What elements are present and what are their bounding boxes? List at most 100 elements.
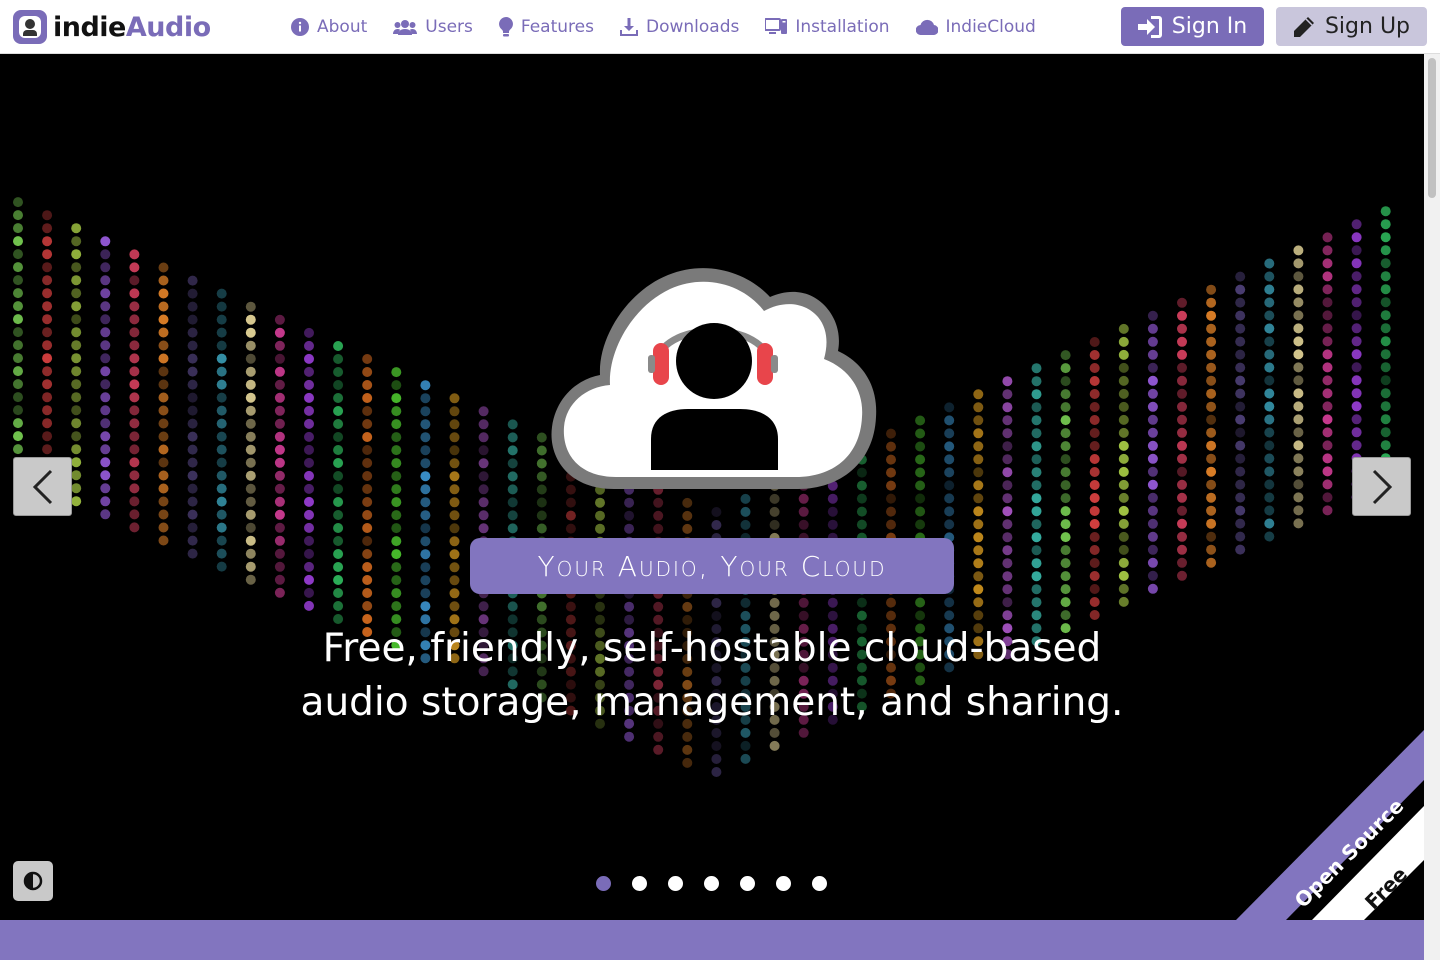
carousel-dot[interactable] <box>596 876 611 891</box>
visualizer-dot <box>566 498 576 508</box>
visualizer-dot <box>217 380 227 390</box>
visualizer-dot <box>450 523 460 533</box>
visualizer-dot <box>13 236 23 246</box>
visualizer-dot <box>129 249 139 259</box>
visualizer-dot <box>275 380 285 390</box>
visualizer-dot <box>915 598 925 608</box>
visualizer-dot <box>275 497 285 507</box>
visualizer-dot <box>100 418 110 428</box>
visualizer-dot <box>537 524 547 534</box>
visualizer-dot <box>13 262 23 272</box>
carousel-prev-button[interactable] <box>13 457 72 516</box>
visualizer-dot <box>508 523 518 533</box>
visualizer-dot <box>362 419 372 429</box>
nav-item-features[interactable]: Features <box>499 17 594 37</box>
carousel-dot[interactable] <box>704 876 719 891</box>
visualizer-dot <box>1293 271 1303 281</box>
nav-item-users[interactable]: Users <box>393 17 473 37</box>
visualizer-dot <box>71 327 81 337</box>
main-menu: About Users Features Downloads Installat… <box>291 0 1062 54</box>
visualizer-dot <box>1119 519 1129 529</box>
visualizer-dot <box>188 536 198 546</box>
cloud-icon <box>916 19 938 35</box>
visualizer-dot <box>741 611 751 621</box>
visualizer-dot <box>1323 453 1333 463</box>
visualizer-dot <box>450 562 460 572</box>
nav-item-installation[interactable]: Installation <box>765 17 889 37</box>
visualizer-dot <box>275 341 285 351</box>
visualizer-dot <box>973 506 983 516</box>
visualizer-dot <box>624 498 634 508</box>
visualizer-dot <box>479 406 489 416</box>
visualizer-dot <box>857 611 867 621</box>
visualizer-dot <box>973 480 983 490</box>
visualizer-dot <box>1090 441 1100 451</box>
visualizer-dot <box>275 432 285 442</box>
visualizer-dot <box>1381 388 1391 398</box>
theme-toggle-button[interactable] <box>13 861 53 901</box>
visualizer-dot <box>1206 337 1216 347</box>
visualizer-dot <box>1352 375 1362 385</box>
visualizer-dot <box>828 494 838 504</box>
visualizer-dot <box>1061 532 1071 542</box>
visualizer-dot <box>13 314 23 324</box>
sign-up-button[interactable]: Sign Up <box>1276 7 1427 46</box>
logo-link[interactable]: indieAudio <box>13 10 211 44</box>
visualizer-dot <box>1090 506 1100 516</box>
visualizer-dot <box>653 498 663 508</box>
visualizer-dot <box>333 380 343 390</box>
page-scrollbar[interactable] <box>1424 54 1440 960</box>
carousel-dot[interactable] <box>776 876 791 891</box>
visualizer-dot <box>1002 584 1012 594</box>
visualizer-dot <box>1206 389 1216 399</box>
visualizer-dot <box>420 549 430 559</box>
visualizer-dot <box>420 510 430 520</box>
visualizer-dot <box>479 458 489 468</box>
visualizer-dot <box>100 353 110 363</box>
visualizer-dot <box>886 468 896 478</box>
carousel-dot[interactable] <box>668 876 683 891</box>
visualizer-dot <box>42 444 52 454</box>
visualizer-dot <box>100 249 110 259</box>
visualizer-dot <box>304 575 314 585</box>
visualizer-dot <box>129 509 139 519</box>
visualizer-dot <box>1381 232 1391 242</box>
visualizer-dot <box>217 341 227 351</box>
visualizer-dot <box>246 302 256 312</box>
visualizer-dot <box>1090 545 1100 555</box>
visualizer-dot <box>1061 376 1071 386</box>
visualizer-dot <box>1032 532 1042 542</box>
visualizer-dot <box>1090 519 1100 529</box>
visualizer-dot <box>13 392 23 402</box>
visualizer-dot <box>653 524 663 534</box>
visualizer-dot <box>362 445 372 455</box>
hero-carousel: Your Audio, Your Cloud Free, friendly, s… <box>0 54 1424 920</box>
visualizer-dot <box>333 562 343 572</box>
visualizer-dot <box>595 511 605 521</box>
visualizer-dot <box>1061 441 1071 451</box>
carousel-dot[interactable] <box>812 876 827 891</box>
visualizer-dot <box>1323 401 1333 411</box>
visualizer-dot <box>1206 324 1216 334</box>
nav-item-about[interactable]: About <box>291 17 367 37</box>
carousel-dot[interactable] <box>632 876 647 891</box>
visualizer-dot <box>1177 324 1187 334</box>
nav-item-downloads[interactable]: Downloads <box>620 17 739 37</box>
visualizer-dot <box>1323 388 1333 398</box>
carousel-next-button[interactable] <box>1352 457 1411 516</box>
visualizer-dot <box>915 494 925 504</box>
scrollbar-thumb[interactable] <box>1428 58 1436 198</box>
visualizer-dot <box>1119 402 1129 412</box>
visualizer-dot <box>333 575 343 585</box>
visualizer-dot <box>1235 311 1245 321</box>
visualizer-dot <box>159 302 169 312</box>
visualizer-dot <box>420 471 430 481</box>
visualizer-dot <box>159 484 169 494</box>
sign-in-button[interactable]: Sign In <box>1121 7 1264 46</box>
carousel-dot[interactable] <box>740 876 755 891</box>
visualizer-dot <box>1293 505 1303 515</box>
visualizer-dot <box>508 445 518 455</box>
visualizer-dot <box>1177 545 1187 555</box>
visualizer-dot <box>217 419 227 429</box>
nav-item-indiecloud[interactable]: IndieCloud <box>916 17 1036 37</box>
